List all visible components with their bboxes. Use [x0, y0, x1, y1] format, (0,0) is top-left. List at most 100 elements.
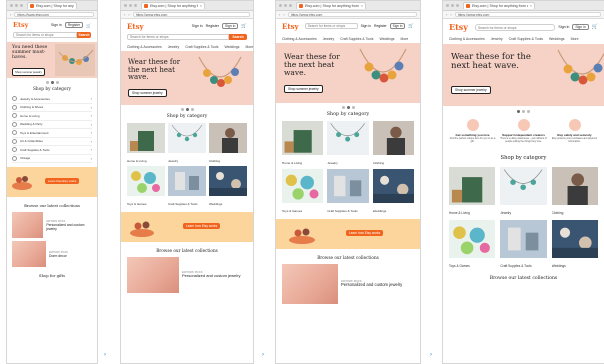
category-tile[interactable]: Jewelry	[167, 123, 207, 163]
close-tab-icon[interactable]: ×	[530, 4, 532, 8]
category-tile[interactable]: Jewelry	[498, 167, 549, 215]
window-minimize-dot[interactable]	[284, 4, 287, 7]
window-maximize-dot[interactable]	[134, 4, 137, 7]
category-nav-item[interactable]: Jewelry	[323, 35, 335, 43]
sign-in-button[interactable]: Sign in	[389, 23, 406, 29]
etsy-logo[interactable]: Etsy	[13, 21, 28, 29]
sign-in-button[interactable]: Sign in	[222, 23, 239, 29]
category-tile[interactable]: Craft Supplies & Tools	[325, 169, 371, 213]
window-close-dot[interactable]	[279, 4, 282, 7]
category-list-item[interactable]: Home & Living ›	[12, 112, 92, 121]
category-list-item[interactable]: Art & Collectibles ›	[12, 138, 92, 146]
window-minimize-dot[interactable]	[15, 4, 18, 7]
category-nav-item[interactable]: Weddings	[379, 35, 394, 43]
category-tile[interactable]: Weddings	[370, 169, 416, 213]
forward-icon[interactable]: ›	[283, 12, 284, 17]
url-field[interactable]: https://www.etsy.com	[132, 12, 250, 17]
category-nav-item[interactable]: Clothing & Accessories	[449, 35, 485, 44]
category-tile[interactable]: Weddings	[549, 220, 601, 268]
category-tile[interactable]: Clothing	[370, 121, 416, 165]
category-tile[interactable]: Toys & Games	[446, 220, 498, 268]
collection-card[interactable]: Editors' Picks Dorm decor	[12, 241, 92, 267]
register-link[interactable]: Register	[206, 24, 219, 28]
search-button[interactable]: Search	[77, 32, 91, 38]
window-minimize-dot[interactable]	[129, 4, 132, 7]
learn-how-etsy-works-button[interactable]: Learn how Etsy works	[183, 223, 221, 229]
etsy-logo[interactable]: Etsy	[449, 22, 468, 32]
sign-in-link[interactable]: Sign in	[51, 23, 62, 27]
cart-icon[interactable]: 🛒	[408, 23, 414, 29]
window-minimize-dot[interactable]	[451, 4, 454, 7]
window-close-dot[interactable]	[446, 4, 449, 7]
category-tile[interactable]: Toys & Games	[279, 169, 326, 213]
carousel-dots[interactable]	[121, 108, 253, 111]
carousel-dots[interactable]	[443, 110, 604, 113]
collection-card[interactable]: Editors' Picks Personalized and custom je…	[12, 212, 92, 238]
category-tile[interactable]: Home & Living	[446, 167, 498, 215]
window-maximize-dot[interactable]	[20, 4, 23, 7]
window-maximize-dot[interactable]	[289, 4, 292, 7]
cart-icon[interactable]: 🛒	[241, 23, 247, 29]
category-nav-item[interactable]: Jewelry	[491, 35, 503, 44]
back-icon[interactable]: ‹	[124, 12, 125, 17]
category-nav-item[interactable]: Clothing & Accessories	[127, 43, 162, 51]
sign-in-link[interactable]: Sign in	[192, 24, 203, 28]
search-input[interactable]: Search for items or shops	[474, 23, 556, 31]
category-nav-item[interactable]: Craft Supplies & Tools	[509, 35, 543, 44]
category-list-item[interactable]: Clothing & Shoes ›	[12, 104, 92, 112]
register-link[interactable]: Register	[374, 24, 387, 28]
category-list-item[interactable]: Toys & Entertainment ›	[12, 129, 92, 138]
category-tile[interactable]: Clothing	[208, 123, 248, 163]
cart-icon[interactable]: 🛒	[592, 24, 598, 30]
window-maximize-dot[interactable]	[456, 4, 459, 7]
close-tab-icon[interactable]: ×	[361, 4, 363, 8]
category-tile[interactable]: Weddings	[208, 166, 248, 206]
category-list-item[interactable]: Craft Supplies & Tools ›	[12, 146, 92, 155]
hero-button[interactable]: Shop summer jewelry	[128, 89, 167, 97]
search-input[interactable]: Search for items or shops	[127, 34, 229, 40]
category-nav-item[interactable]: Craft Supplies & Tools	[185, 43, 218, 51]
cart-icon[interactable]: 🛒	[86, 23, 91, 28]
browser-tab[interactable]: Etsy.com | Shop for anything from creati…	[463, 2, 535, 9]
category-tile[interactable]: Jewelry	[325, 121, 371, 165]
window-close-dot[interactable]	[10, 4, 13, 7]
search-input[interactable]: Search for items or shops	[13, 32, 77, 38]
url-field[interactable]: https://www.etsy.com	[287, 12, 417, 17]
category-nav-item[interactable]: Jewelry	[168, 43, 180, 51]
category-list-item[interactable]: Vintage ›	[12, 155, 92, 163]
category-nav-item[interactable]: Weddings	[224, 43, 239, 51]
category-tile[interactable]: Craft Supplies & Tools	[167, 166, 207, 206]
carousel-dots[interactable]	[276, 106, 420, 109]
sign-in-link[interactable]: Sign in	[558, 25, 569, 29]
category-nav-item[interactable]: More	[401, 35, 409, 43]
etsy-logo[interactable]: Etsy	[127, 22, 144, 31]
sign-in-button[interactable]: Sign in	[572, 24, 589, 30]
back-icon[interactable]: ‹	[446, 12, 447, 17]
forward-icon[interactable]: ›	[450, 12, 451, 17]
category-list-item[interactable]: Wedding & Party ›	[12, 121, 92, 129]
category-nav-item[interactable]: More	[246, 43, 253, 51]
browser-tab[interactable]: Etsy.com | Shop for anything	[27, 2, 77, 9]
category-nav-item[interactable]: Clothing & Accessories	[282, 35, 317, 43]
learn-how-etsy-works-button[interactable]: Learn how Etsy works	[45, 178, 80, 184]
url-field[interactable]: https://www.etsy.com	[454, 12, 601, 17]
hero-button[interactable]: Shop summer jewelry	[284, 85, 323, 93]
category-tile[interactable]: Clothing	[549, 167, 601, 215]
back-icon[interactable]: ‹	[279, 12, 280, 17]
register-button[interactable]: Register	[64, 22, 84, 28]
learn-how-etsy-works-button[interactable]: Learn how Etsy works	[346, 230, 384, 236]
category-tile[interactable]: Toys & Games	[126, 166, 166, 206]
window-close-dot[interactable]	[124, 4, 127, 7]
etsy-logo[interactable]: Etsy	[282, 22, 299, 31]
collection-card[interactable]: Editors' Picks Personalized and custom je…	[282, 264, 414, 304]
browser-tab[interactable]: Etsy.com | Shop for anything from creati…	[296, 2, 366, 9]
category-nav-item[interactable]: More	[571, 35, 579, 44]
hero-button[interactable]: Shop summer jewelry	[451, 86, 491, 94]
category-tile[interactable]: Craft Supplies & Tools	[498, 220, 549, 268]
url-field[interactable]: https://www.etsy.com	[14, 12, 94, 17]
category-tile[interactable]: Home & Living	[279, 121, 326, 165]
category-nav-item[interactable]: Craft Supplies & Tools	[340, 35, 373, 43]
back-icon[interactable]: ‹	[10, 12, 11, 17]
close-tab-icon[interactable]: ×	[200, 4, 202, 8]
search-input[interactable]: Search for items or shops	[304, 23, 358, 29]
